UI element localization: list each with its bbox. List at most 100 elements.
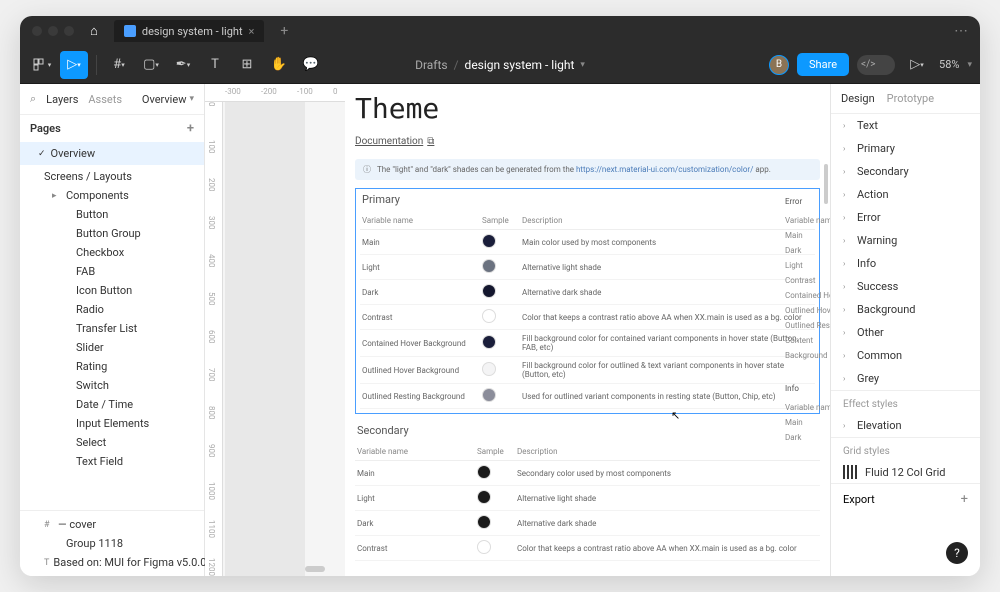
grid-style-item[interactable]: Fluid 12 Col Grid <box>831 461 980 483</box>
home-icon[interactable]: ⌂ <box>90 23 98 39</box>
figma-file-icon <box>124 25 136 37</box>
style-group-warning[interactable]: ›Warning <box>831 229 980 252</box>
page-title: Theme <box>355 92 820 125</box>
layer-item[interactable]: Slider <box>20 338 204 357</box>
design-tab[interactable]: Design <box>841 92 875 105</box>
layer-item[interactable]: Input Elements <box>20 414 204 433</box>
style-group-action[interactable]: ›Action <box>831 183 980 206</box>
style-group-secondary[interactable]: ›Secondary <box>831 160 980 183</box>
zoom-level[interactable]: 58% <box>939 58 959 71</box>
add-page-icon[interactable]: + <box>187 121 194 136</box>
left-panel: ⌕ Layers Assets Overview▾ Pages + ✓ Over… <box>20 84 205 576</box>
style-group-grey[interactable]: ›Grey <box>831 367 980 390</box>
breadcrumb-folder: Drafts <box>415 58 448 72</box>
layer-item[interactable]: TBased on: MUI for Figma v5.0.0 M... <box>20 553 204 572</box>
avatar[interactable]: B <box>769 55 789 75</box>
chevron-down-icon: ▾ <box>580 60 585 70</box>
primary-section[interactable]: Primary Variable nameSampleDescriptionMa… <box>355 188 820 414</box>
main-menu-icon[interactable]: ▾ <box>28 51 56 79</box>
color-row[interactable]: Contained Hover BackgroundFill backgroun… <box>360 330 815 357</box>
move-tool[interactable]: ▷▾ <box>60 51 88 79</box>
layer-item[interactable]: Rating <box>20 357 204 376</box>
elevation-style[interactable]: ›Elevation <box>831 414 980 437</box>
secondary-section[interactable]: Secondary Variable nameSampleDescription… <box>355 424 820 561</box>
layers-list: Screens / Layouts▸ComponentsButtonButton… <box>20 165 204 510</box>
scrollbar-horizontal[interactable] <box>305 566 325 572</box>
prototype-tab[interactable]: Prototype <box>887 92 934 105</box>
layer-item[interactable]: Button Group <box>20 224 204 243</box>
style-group-background[interactable]: ›Background <box>831 298 980 321</box>
page-overview[interactable]: ✓ Overview <box>20 142 204 165</box>
layer-item[interactable]: ▸Components <box>20 186 204 205</box>
style-group-error[interactable]: ›Error <box>831 206 980 229</box>
layer-item[interactable]: FAB <box>20 262 204 281</box>
breadcrumb-file: design system - light <box>465 58 575 72</box>
resources-tool[interactable]: ⊞ <box>233 51 261 79</box>
color-row[interactable]: DarkAlternative dark shade <box>360 280 815 305</box>
grid-icon <box>843 465 857 479</box>
layer-item[interactable]: Text Field <box>20 452 204 471</box>
color-row[interactable]: MainSecondary color used by most compone… <box>355 461 820 486</box>
add-tab-icon[interactable]: + <box>280 23 288 39</box>
style-group-info[interactable]: ›Info <box>831 252 980 275</box>
titlebar: ⌂ design system - light × + ⋯ <box>20 16 980 46</box>
layer-item[interactable]: Screens / Layouts <box>20 167 204 186</box>
banner-link[interactable]: https://next.material-ui.com/customizati… <box>576 165 753 174</box>
style-group-other[interactable]: ›Other <box>831 321 980 344</box>
color-row[interactable]: LightAlternative light shade <box>360 255 815 280</box>
ruler-vertical: 0100200300400500600700800900100011001200… <box>205 102 223 576</box>
assets-tab[interactable]: Assets <box>88 93 122 106</box>
info-banner: ⓘ The "light" and "dark" shades can be g… <box>355 159 820 180</box>
search-icon[interactable]: ⌕ <box>30 92 36 106</box>
shape-tool[interactable]: ▢▾ <box>137 51 165 79</box>
page-select[interactable]: Overview▾ <box>142 93 194 106</box>
style-group-text[interactable]: ›Text <box>831 114 980 137</box>
pages-label: Pages <box>30 122 61 135</box>
color-row[interactable]: LightAlternative light shade <box>355 486 820 511</box>
frame-edge <box>225 102 305 576</box>
color-row[interactable]: Outlined Hover BackgroundFill background… <box>360 357 815 384</box>
chevron-down-icon[interactable]: ▾ <box>967 60 972 70</box>
layer-item[interactable]: Select <box>20 433 204 452</box>
color-row[interactable]: DarkAlternative dark shade <box>355 511 820 536</box>
share-button[interactable]: Share <box>797 53 849 76</box>
info-icon: ⓘ <box>363 164 371 175</box>
canvas[interactable]: -300-200-1000100200300400500600700800900… <box>205 84 830 576</box>
layer-item[interactable]: Transfer List <box>20 319 204 338</box>
layer-item[interactable]: Group 1118 <box>20 534 204 553</box>
layers-tab[interactable]: Layers <box>46 93 78 106</box>
dev-mode-toggle[interactable]: </> <box>857 55 895 75</box>
layer-item[interactable]: Button <box>20 205 204 224</box>
help-button[interactable]: ? <box>946 542 968 564</box>
color-row[interactable]: ContrastColor that keeps a contrast rati… <box>355 536 820 561</box>
style-group-primary[interactable]: ›Primary <box>831 137 980 160</box>
layer-item[interactable]: Icon Button <box>20 281 204 300</box>
documentation-link[interactable]: Documentation ⧉ <box>355 136 434 147</box>
breadcrumb[interactable]: Drafts / design system - light ▾ <box>415 58 585 72</box>
color-row[interactable]: MainMain color used by most components <box>360 230 815 255</box>
right-panel: Design Prototype ›Text›Primary›Secondary… <box>830 84 980 576</box>
present-button[interactable]: ▷▾ <box>903 51 931 79</box>
menu-icon[interactable]: ⋯ <box>954 23 968 39</box>
effect-styles-label: Effect styles <box>831 390 980 414</box>
color-row[interactable]: ContrastColor that keeps a contrast rati… <box>360 305 815 330</box>
pen-tool[interactable]: ✒▾ <box>169 51 197 79</box>
close-icon[interactable]: × <box>249 25 255 38</box>
layer-item[interactable]: Switch <box>20 376 204 395</box>
hand-tool[interactable]: ✋ <box>265 51 293 79</box>
style-group-success[interactable]: ›Success <box>831 275 980 298</box>
layer-item[interactable]: Date / Time <box>20 395 204 414</box>
color-row[interactable]: Outlined Resting BackgroundUsed for outl… <box>360 384 815 409</box>
frame-tool[interactable]: #▾ <box>105 51 133 79</box>
error-section-peek: ErrorVariable namMainDarkLightContrastCo… <box>785 194 830 445</box>
comment-tool[interactable]: 💬 <box>297 51 325 79</box>
window-controls[interactable] <box>32 26 74 36</box>
layer-item[interactable]: Radio <box>20 300 204 319</box>
layer-item[interactable]: #— cover <box>20 515 204 534</box>
layer-item[interactable]: Checkbox <box>20 243 204 262</box>
text-tool[interactable]: T <box>201 51 229 79</box>
style-group-common[interactable]: ›Common <box>831 344 980 367</box>
file-tab[interactable]: design system - light × <box>114 20 265 42</box>
external-link-icon: ⧉ <box>427 136 434 147</box>
add-export-icon[interactable]: + <box>961 492 968 507</box>
